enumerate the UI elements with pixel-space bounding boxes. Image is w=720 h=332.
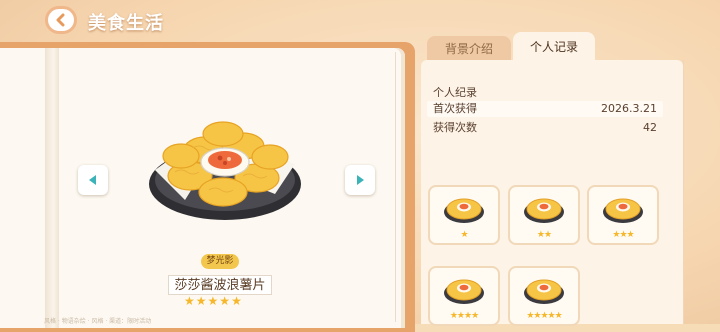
record-row-obtain-count: 获得次数 42 bbox=[427, 120, 663, 136]
variant-stars: ★★★★★ bbox=[526, 311, 562, 321]
item-rating: ★ ★ ★ ★ ★ bbox=[184, 295, 242, 307]
food-thumbnail-icon bbox=[603, 198, 643, 223]
triangle-right-icon bbox=[357, 175, 364, 185]
variant-card-5star[interactable]: ★★★★★ bbox=[508, 266, 580, 326]
triangle-left-icon bbox=[89, 175, 96, 185]
page-edge bbox=[395, 52, 396, 322]
variant-stars: ★ bbox=[460, 230, 468, 240]
prev-item-button[interactable] bbox=[78, 165, 108, 195]
food-thumbnail-icon bbox=[524, 198, 564, 223]
panel-edge bbox=[683, 60, 684, 324]
series-tag: 梦光影 bbox=[201, 254, 239, 269]
record-row-first-obtained: 首次获得 2026.3.21 bbox=[427, 101, 663, 117]
food-illustration bbox=[149, 121, 301, 220]
back-button[interactable] bbox=[45, 6, 77, 34]
next-item-button[interactable] bbox=[345, 165, 375, 195]
star-icon: ★ bbox=[219, 294, 231, 308]
star-icon: ★ bbox=[207, 294, 219, 308]
item-name: 莎莎酱波浪薯片 bbox=[168, 275, 272, 295]
record-value: 42 bbox=[643, 121, 657, 134]
record-value: 2026.3.21 bbox=[601, 102, 657, 115]
book-spine bbox=[45, 48, 59, 328]
variant-stars: ★★ bbox=[536, 230, 552, 240]
food-thumbnail-icon bbox=[444, 198, 484, 223]
star-icon: ★ bbox=[231, 294, 242, 308]
page-title: 美食生活 bbox=[88, 13, 164, 34]
record-label: 获得次数 bbox=[433, 121, 477, 134]
variant-card-3star[interactable]: ★★★ bbox=[587, 185, 659, 245]
tab-background[interactable]: 背景介绍 bbox=[427, 36, 511, 62]
variant-card-4star[interactable]: ★★★★ bbox=[428, 266, 500, 326]
food-thumbnail-icon bbox=[524, 279, 564, 304]
tab-personal-record[interactable]: 个人记录 bbox=[513, 32, 595, 62]
variant-stars: ★★★★ bbox=[449, 311, 479, 321]
variant-card-1star[interactable]: ★ bbox=[428, 185, 500, 245]
chevron-left-icon bbox=[56, 13, 65, 27]
variant-card-2star[interactable]: ★★ bbox=[508, 185, 580, 245]
star-icon: ★ bbox=[195, 294, 207, 308]
variant-stars: ★★★ bbox=[612, 230, 634, 240]
star-icon: ★ bbox=[184, 294, 195, 308]
record-label: 首次获得 bbox=[433, 102, 477, 115]
record-heading: 个人纪录 bbox=[433, 86, 477, 99]
food-thumbnail-icon bbox=[444, 279, 484, 304]
